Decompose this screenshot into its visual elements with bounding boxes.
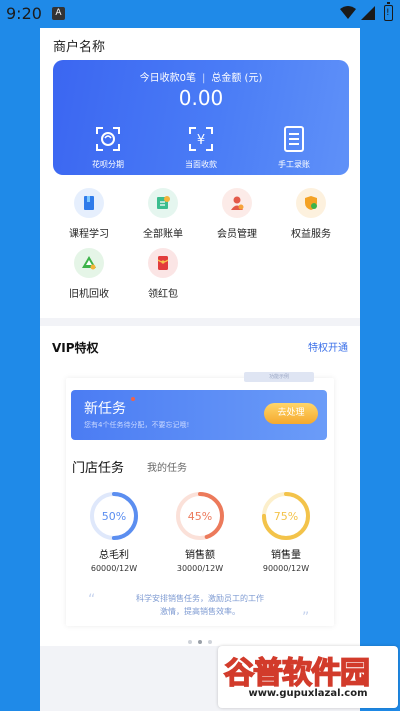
quote-line: 科学安排销售任务，激励员工的工作	[136, 594, 264, 603]
new-task-subtitle: 您有4个任务待分配，不要忘记哦!	[84, 421, 190, 429]
gauge-percent: 75%	[274, 510, 298, 523]
vip-activate-link[interactable]: 特权开通	[308, 339, 348, 354]
summary-card[interactable]: 今日收款0笔 | 总金额 (元) 0.00 花呗分期 ¥ 当面收款 手工录账	[53, 60, 349, 175]
gauge-name: 销售量	[271, 550, 301, 561]
face-to-face-collect-label: 当面收款	[185, 160, 217, 169]
feature-label: 领红包	[148, 289, 178, 300]
carousel-dot[interactable]	[188, 640, 192, 644]
huabei-installment-label: 花呗分期	[92, 160, 124, 169]
new-task-badge-dot	[131, 397, 135, 401]
svg-text:¥: ¥	[197, 133, 205, 148]
gauge-ring: 75%	[262, 492, 310, 540]
feature-device-recycle[interactable]: 旧机回收	[49, 248, 129, 300]
wifi-icon	[340, 6, 356, 19]
gauge-name: 总毛利	[99, 550, 129, 561]
tab-my-tasks[interactable]: 我的任务	[147, 459, 187, 474]
new-task-banner: 新任务 您有4个任务待分配，不要忘记哦! 去处理	[71, 390, 327, 440]
today-collection-count: 今日收款0笔	[139, 73, 196, 84]
feature-label: 旧机回收	[69, 289, 109, 300]
feature-label: 课程学习	[69, 229, 109, 240]
gauge-sales-amount: 45% 销售额 30000/12W	[160, 490, 240, 573]
watermark-url: www.gupuxlazal.com	[248, 688, 368, 699]
vip-section: VIP特权 特权开通 功能示例 新任务 您有4个任务待分配，不要忘记哦! 去处理…	[40, 326, 360, 646]
feature-member-management[interactable]: 会员管理	[197, 188, 277, 240]
total-amount-label: 总金额 (元)	[211, 73, 263, 84]
yuan-scan-icon: ¥	[189, 127, 213, 151]
recycle-icon	[74, 248, 104, 278]
gauge-sales-volume: 75% 销售量 90000/12W	[246, 490, 326, 573]
gauge-progress-text: 30000/12W	[176, 564, 224, 573]
status-bar: 9:20 A !	[0, 0, 400, 28]
gauge-percent: 50%	[102, 510, 126, 523]
process-task-button[interactable]: 去处理	[264, 403, 318, 424]
status-time: 9:20	[6, 4, 42, 23]
total-amount-value: 0.00	[178, 86, 224, 110]
site-watermark: 谷普软件园 www.gupuxlazal.com	[218, 646, 398, 708]
feature-benefit-service[interactable]: 权益服务	[271, 188, 351, 240]
watermark-title: 谷普软件园	[223, 655, 371, 692]
vip-title: VIP特权	[52, 341, 99, 355]
stats-divider: |	[202, 73, 206, 84]
gauge-name: 销售额	[185, 550, 215, 561]
huabei-installment-button[interactable]: 花呗分期	[68, 126, 148, 170]
gauge-ring: 50%	[90, 492, 138, 540]
home-top-section: 商户名称 今日收款0笔 | 总金额 (元) 0.00 花呗分期 ¥ 当面收款 手…	[40, 28, 360, 318]
feature-label: 权益服务	[291, 229, 331, 240]
gauge-gross-profit: 50% 总毛利 60000/12W	[74, 490, 154, 573]
merchant-name[interactable]: 商户名称	[53, 36, 105, 55]
app-screen: 商户名称 今日收款0笔 | 总金额 (元) 0.00 花呗分期 ¥ 当面收款 手…	[40, 28, 360, 711]
benefit-shield-icon	[296, 188, 326, 218]
battery-icon: !	[384, 2, 393, 21]
feature-course-study[interactable]: 课程学习	[49, 188, 129, 240]
tab-store-tasks[interactable]: 门店任务	[72, 457, 124, 476]
card-actions: 花呗分期 ¥ 当面收款 手工录账	[53, 126, 349, 170]
carousel-dot[interactable]	[208, 640, 212, 644]
gauge-percent: 45%	[188, 510, 212, 523]
manual-entry-label: 手工录账	[278, 160, 310, 169]
feature-label: 全部账单	[143, 229, 183, 240]
promo-quote: 科学安排销售任务，激励员工的工作 激情，提高销售效率。	[66, 592, 334, 618]
summary-stats: 今日收款0笔 | 总金额 (元)	[53, 69, 349, 84]
member-icon	[222, 188, 252, 218]
feature-label: 会员管理	[217, 229, 257, 240]
gauge-progress-text: 90000/12W	[262, 564, 310, 573]
quote-line: 激情，提高销售效率。	[160, 607, 240, 616]
huabei-scan-icon	[96, 127, 120, 151]
feature-all-bills[interactable]: 全部账单	[123, 188, 203, 240]
feature-red-packet[interactable]: 领红包	[123, 248, 203, 300]
new-task-title: 新任务	[84, 401, 126, 417]
promo-example-tab: 功能示例	[244, 372, 314, 382]
red-packet-icon	[148, 248, 178, 278]
task-gauges: 50% 总毛利 60000/12W 45% 销售额 30000/12W 75% …	[66, 490, 334, 580]
gauge-ring: 45%	[176, 492, 224, 540]
gauge-progress-text: 60000/12W	[90, 564, 138, 573]
signal-icon	[361, 6, 375, 20]
course-icon	[74, 188, 104, 218]
manual-entry-button[interactable]: 手工录账	[254, 126, 334, 170]
quote-close-mark: ”	[302, 610, 310, 626]
vip-promo-card[interactable]: 功能示例 新任务 您有4个任务待分配，不要忘记哦! 去处理 门店任务 我的任务 …	[66, 372, 334, 626]
bill-icon	[148, 188, 178, 218]
face-to-face-collect-button[interactable]: ¥ 当面收款	[161, 126, 241, 170]
ledger-icon	[284, 126, 304, 152]
carousel-dot-active[interactable]	[198, 640, 202, 644]
notification-icon: A	[52, 7, 65, 20]
